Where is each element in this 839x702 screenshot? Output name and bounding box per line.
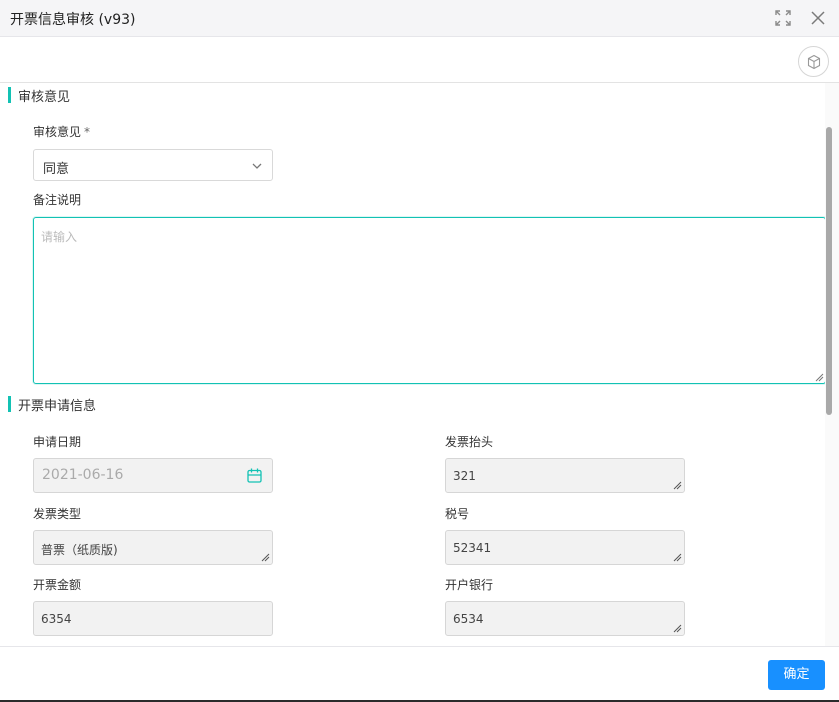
resize-grip-icon[interactable] <box>815 373 824 382</box>
invoice-type-label: 发票类型 <box>33 507 82 521</box>
remarks-placeholder: 请输入 <box>41 230 78 244</box>
cube-button[interactable] <box>798 46 829 77</box>
invoice-type-value: 普票（纸质版) <box>41 543 118 557</box>
resize-grip-icon[interactable] <box>673 624 682 633</box>
invoice-type-field[interactable]: 普票（纸质版) <box>33 530 273 565</box>
invoice-section-header: 开票申请信息 <box>0 393 300 415</box>
opinion-select[interactable]: 同意 <box>33 149 273 181</box>
review-section-title: 审核意见 <box>18 90 71 105</box>
resize-grip-icon[interactable] <box>673 553 682 562</box>
resize-grip-icon[interactable] <box>673 481 682 490</box>
apply-date-field[interactable]: 2021-06-16 <box>33 458 273 493</box>
review-section-header: 审核意见 <box>0 84 300 106</box>
bank-field[interactable]: 6534 <box>445 601 685 636</box>
tax-no-value: 52341 <box>453 541 492 555</box>
toolbar-row <box>0 37 839 83</box>
invoice-header-value: 321 <box>453 469 476 483</box>
bank-value: 6534 <box>453 612 484 626</box>
chevron-down-icon <box>252 163 262 169</box>
amount-value: 6354 <box>41 612 72 626</box>
bank-label: 开户银行 <box>445 578 494 592</box>
cube-icon <box>807 54 821 70</box>
section-accent-bar <box>8 87 11 103</box>
remarks-label: 备注说明 <box>33 193 82 207</box>
form-content: 审核意见 审核意见 * 同意 备注说明 请输入 开票申请信息 申请日期 2021-… <box>0 83 825 646</box>
window-title: 开票信息审核 (v93) <box>10 12 136 28</box>
section-accent-bar <box>8 396 11 412</box>
opinion-select-value: 同意 <box>43 162 70 177</box>
invoice-header-field[interactable]: 321 <box>445 458 685 493</box>
maximize-icon[interactable] <box>773 8 793 28</box>
scrollbar-thumb[interactable] <box>826 127 832 415</box>
close-icon[interactable] <box>808 8 828 28</box>
required-mark: * <box>84 125 91 139</box>
dialog-footer: 确定 <box>0 646 839 702</box>
apply-date-value: 2021-06-16 <box>42 467 124 483</box>
amount-label: 开票金额 <box>33 578 82 592</box>
window-titlebar: 开票信息审核 (v93) <box>0 0 839 37</box>
tax-no-label: 税号 <box>445 507 470 521</box>
invoice-header-label: 发票抬头 <box>445 435 494 449</box>
opinion-label: 审核意见 * <box>33 125 91 139</box>
amount-field[interactable]: 6354 <box>33 601 273 636</box>
resize-grip-icon[interactable] <box>261 553 270 562</box>
remarks-textarea[interactable]: 请输入 <box>33 217 825 384</box>
tax-no-field[interactable]: 52341 <box>445 530 685 565</box>
confirm-button[interactable]: 确定 <box>768 660 825 690</box>
invoice-section-title: 开票申请信息 <box>18 399 97 414</box>
calendar-icon[interactable] <box>246 467 263 484</box>
vertical-scrollbar[interactable] <box>825 83 839 646</box>
apply-date-label: 申请日期 <box>33 435 82 449</box>
